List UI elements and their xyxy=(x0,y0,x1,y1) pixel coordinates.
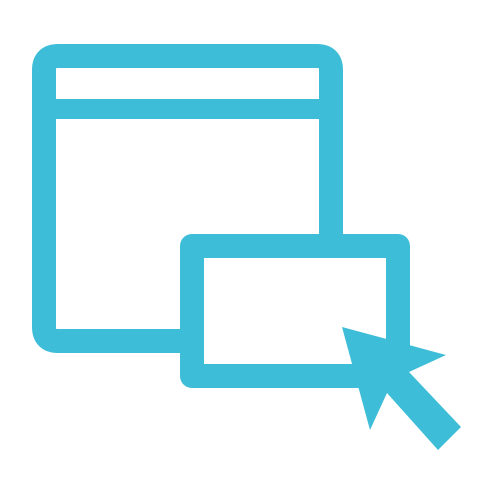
cursor-arrow-head xyxy=(342,327,461,450)
mouse-cursor-icon xyxy=(342,327,461,450)
window-popup-cursor-icon xyxy=(32,44,461,450)
icon-canvas xyxy=(0,0,496,496)
